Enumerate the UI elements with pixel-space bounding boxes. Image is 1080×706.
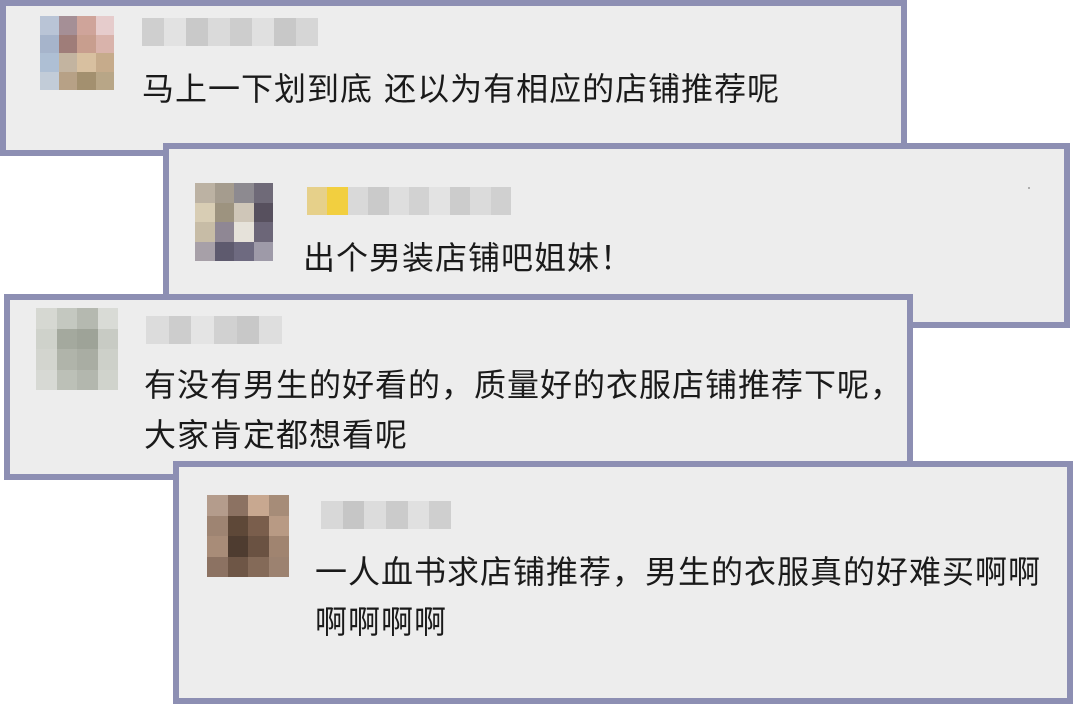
comment-text: 马上一下划到底 还以为有相应的店铺推荐呢 — [142, 70, 781, 108]
comment-text: 一人血书求店铺推荐，男生的衣服真的好难买啊啊啊啊啊啊 — [315, 553, 1042, 641]
username-blurred — [321, 501, 451, 529]
avatar — [207, 495, 289, 577]
comment-card-1: 马上一下划到底 还以为有相应的店铺推荐呢 — [0, 0, 907, 156]
avatar — [40, 16, 114, 90]
avatar — [195, 183, 273, 261]
comment-text: 出个男装店铺吧姐妹！ — [303, 239, 634, 277]
decorative-dot — [1028, 187, 1030, 189]
avatar — [36, 308, 118, 390]
username-blurred — [142, 18, 318, 46]
comment-card-4: 一人血书求店铺推荐，男生的衣服真的好难买啊啊啊啊啊啊 — [173, 461, 1073, 704]
username-blurred — [146, 316, 282, 344]
comment-card-3: 有没有男生的好看的，质量好的衣服店铺推荐下呢，大家肯定都想看呢 — [4, 294, 913, 480]
comment-text: 有没有男生的好看的，质量好的衣服店铺推荐下呢，大家肯定都想看呢 — [144, 366, 904, 454]
username-blurred — [307, 187, 511, 215]
